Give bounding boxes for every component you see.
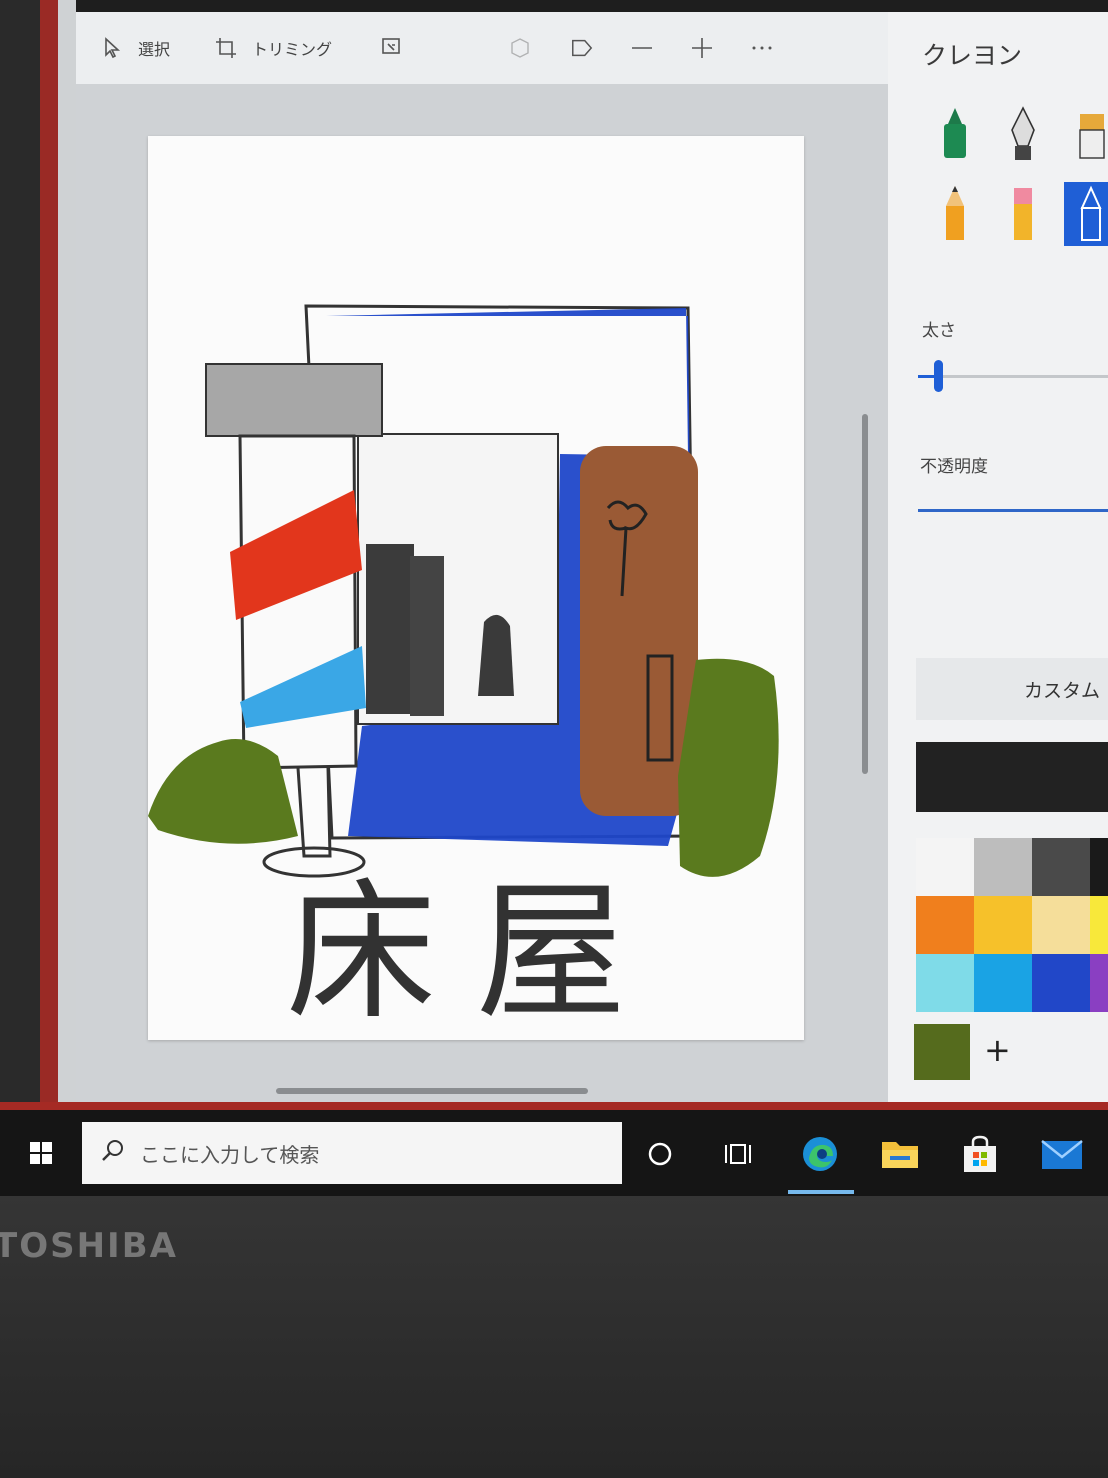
color-swatch[interactable] <box>974 896 1032 954</box>
magic-select-icon <box>380 36 404 60</box>
taskbar-search[interactable]: ここに入力して検索 <box>82 1122 622 1184</box>
flag-icon <box>570 36 594 60</box>
crop-icon <box>214 36 238 60</box>
file-explorer-button[interactable] <box>878 1132 922 1176</box>
opacity-label: 不透明度 <box>920 457 988 477</box>
cube-icon <box>508 36 532 60</box>
pointer-icon <box>100 36 124 60</box>
top-toolbar: 選択 トリミング <box>76 12 888 84</box>
person-silhouette-left <box>366 544 414 714</box>
vertical-scrollbar[interactable] <box>862 414 868 774</box>
color-swatch[interactable] <box>916 896 974 954</box>
minus-icon <box>630 36 654 60</box>
oil-brush[interactable] <box>1064 102 1108 166</box>
brush-panel: クレヨン 太さ 不透明度 カスタム + <box>888 12 1108 1110</box>
right-bush <box>678 658 779 877</box>
add-color-button[interactable]: + <box>984 1034 1011 1066</box>
taskbar: ここに入力して検索 <box>0 1110 1108 1196</box>
crop-tool[interactable]: トリミング <box>214 28 332 68</box>
plus-icon <box>690 36 714 60</box>
current-color-preview <box>916 742 1108 812</box>
mixed-reality-button[interactable] <box>570 28 594 68</box>
edge-app-button[interactable] <box>798 1132 842 1176</box>
color-swatch[interactable] <box>1032 954 1090 1012</box>
active-app-indicator <box>788 1190 854 1194</box>
color-swatch[interactable] <box>1032 896 1090 954</box>
search-placeholder: ここに入力して検索 <box>140 1142 320 1167</box>
store-bag-icon <box>964 1135 996 1172</box>
color-swatch[interactable] <box>974 954 1032 1012</box>
task-view-button[interactable] <box>716 1132 760 1176</box>
zoom-in-button[interactable] <box>690 28 714 68</box>
left-bush <box>148 739 298 844</box>
custom-color-button[interactable]: カスタム <box>916 658 1108 720</box>
select-tool[interactable]: 選択 <box>100 28 170 68</box>
ellipsis-icon <box>750 36 774 60</box>
color-swatch[interactable] <box>916 838 974 896</box>
size-label: 太さ <box>922 321 956 341</box>
cortana-icon <box>648 1142 672 1166</box>
color-swatch[interactable] <box>1090 954 1108 1012</box>
screen-bezel-left <box>0 0 76 1130</box>
mail-icon <box>1041 1140 1083 1169</box>
color-swatch[interactable] <box>1090 896 1108 954</box>
marker-icon <box>944 108 966 158</box>
selected-custom-color[interactable] <box>914 1024 970 1080</box>
search-icon <box>100 1138 126 1168</box>
brown-door <box>580 446 698 816</box>
crop-label: トリミング <box>252 40 333 59</box>
custom-color-label: カスタム <box>1023 679 1100 702</box>
canvas-area: 床屋 <box>76 84 888 1110</box>
fountain-pen-icon <box>1011 106 1035 160</box>
pencil-brush[interactable] <box>928 182 982 246</box>
3d-view-button[interactable] <box>508 28 532 68</box>
crayon-brush[interactable] <box>1064 182 1108 246</box>
start-button[interactable] <box>20 1132 62 1174</box>
panel-title: クレヨン <box>922 41 1023 70</box>
cortana-button[interactable] <box>638 1132 682 1176</box>
pole-stand <box>296 767 332 858</box>
magic-select-tool[interactable] <box>380 28 404 68</box>
color-swatch[interactable] <box>1090 838 1108 896</box>
color-swatch[interactable] <box>1032 838 1090 896</box>
size-slider-thumb[interactable] <box>934 360 943 392</box>
edge-icon <box>803 1137 837 1171</box>
mail-button[interactable] <box>1040 1132 1084 1176</box>
eraser-brush[interactable] <box>996 182 1050 246</box>
person-silhouette-mid <box>410 556 444 716</box>
zoom-out-button[interactable] <box>630 28 654 68</box>
calligraphy-pen-brush[interactable] <box>996 102 1050 166</box>
store-button[interactable] <box>958 1132 1002 1176</box>
size-slider-track[interactable] <box>918 375 1108 378</box>
title-text: 床屋 <box>286 866 666 1040</box>
task-view-icon <box>725 1144 751 1164</box>
paint-3d-window: 選択 トリミング 床屋 クレヨン 太さ 不透明度 カスタム + <box>76 12 1108 1110</box>
drawing-canvas[interactable]: 床屋 <box>148 136 804 1040</box>
opacity-slider[interactable] <box>918 509 1108 512</box>
horizontal-scrollbar[interactable] <box>276 1088 588 1094</box>
folder-icon <box>882 1142 918 1168</box>
pole-cap <box>205 363 383 437</box>
color-swatch[interactable] <box>916 954 974 1012</box>
color-palette <box>916 838 1108 1012</box>
crayon-drawing: 床屋 <box>148 304 779 1040</box>
color-swatch[interactable] <box>974 838 1032 896</box>
pencil-icon <box>946 186 964 240</box>
marker-brush[interactable] <box>928 102 982 166</box>
windows-icon <box>30 1142 52 1164</box>
eraser-icon <box>1014 188 1032 240</box>
brush-icon <box>1079 114 1105 159</box>
more-options-button[interactable] <box>750 28 774 68</box>
laptop-body: TOSHIBA <box>0 1196 1108 1478</box>
crayon-icon <box>1080 185 1102 241</box>
brand-logo: TOSHIBA <box>0 1226 178 1266</box>
select-label: 選択 <box>138 40 171 59</box>
